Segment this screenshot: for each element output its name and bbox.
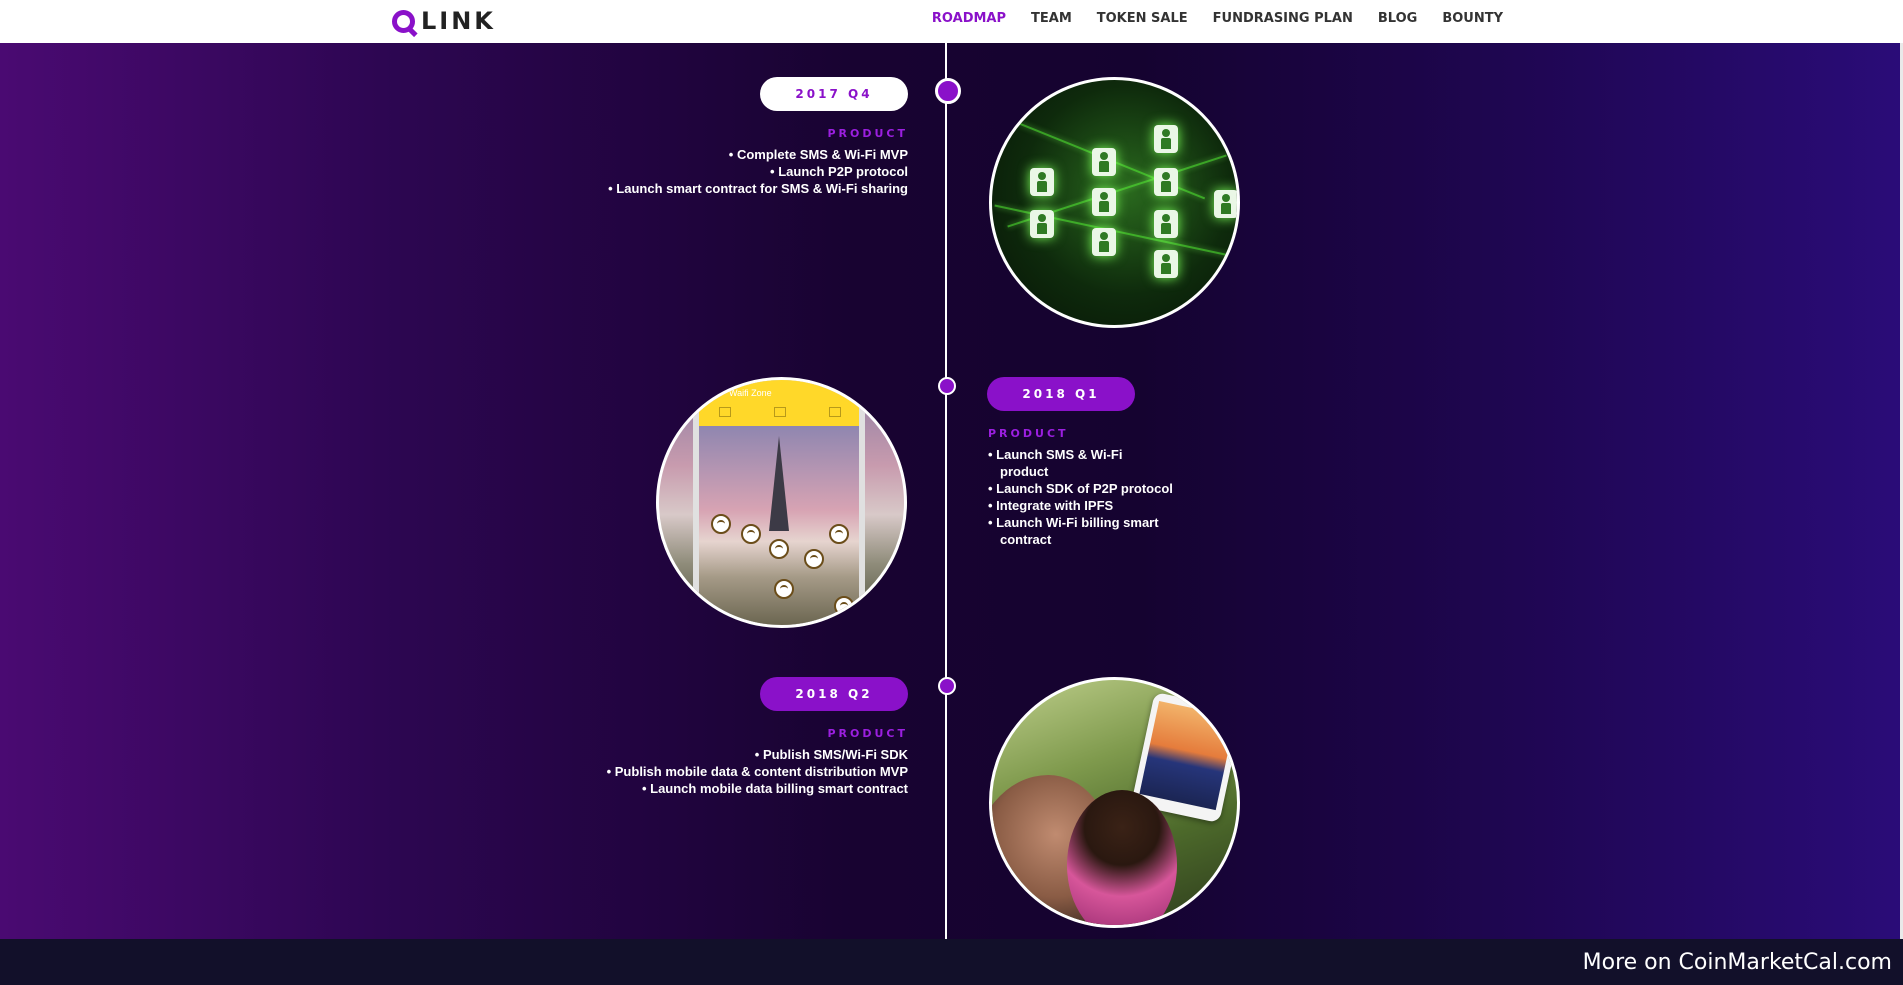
wifi-icon [834, 596, 854, 616]
list-item: Launch smart contract for SMS & Wi-Fi sh… [588, 180, 908, 197]
logo-text: LINK [421, 7, 496, 35]
section-label-product: PRODUCT [988, 427, 1069, 440]
node-icon [1154, 210, 1178, 238]
q-logo-icon [392, 9, 415, 33]
map-tab-icon [774, 407, 786, 417]
nav-roadmap[interactable]: ROADMAP [932, 11, 1006, 26]
node-icon [1154, 168, 1178, 196]
wifi-icon [804, 549, 824, 569]
node-icon [1154, 125, 1178, 153]
timeline-dot-2017-q4 [935, 78, 961, 104]
period-badge-2018-q2: 2018 Q2 [760, 677, 908, 711]
list-item: Publish SMS/Wi-Fi SDK [588, 746, 908, 763]
wifi-app-image: Waifi Zone [656, 377, 907, 628]
nav-fundrasing-plan[interactable]: FUNDRASING PLAN [1213, 11, 1353, 26]
coinmarketcal-footer: More on CoinMarketCal.com [0, 939, 1903, 985]
list-item: Launch mobile data billing smart contrac… [588, 780, 908, 797]
milestone-list-2018-q2: Publish SMS/Wi-Fi SDK Publish mobile dat… [588, 746, 908, 797]
milestone-list-2017-q4: Complete SMS & Wi-Fi MVP Launch P2P prot… [588, 146, 908, 197]
wifi-icon [774, 579, 794, 599]
wifi-icon [741, 524, 761, 544]
nav-menu: ROADMAP TEAM TOKEN SALE FUNDRASING PLAN … [907, 0, 1503, 36]
user-tab-icon [829, 407, 841, 417]
list-item: Launch SMS & Wi-Fi product [988, 446, 1173, 480]
node-icon [1092, 228, 1116, 256]
node-icon [1030, 168, 1054, 196]
eiffel-tower [769, 436, 789, 531]
list-item: Complete SMS & Wi-Fi MVP [588, 146, 908, 163]
timeline-line [945, 43, 947, 939]
node-icon [1214, 190, 1237, 218]
list-item: Launch SDK of P2P protocol [988, 480, 1173, 497]
top-navbar: LINK ROADMAP TEAM TOKEN SALE FUNDRASING … [0, 0, 1903, 43]
roadmap-section [0, 43, 1900, 939]
network-image [989, 77, 1240, 328]
node-icon [1154, 250, 1178, 278]
node-icon [1030, 210, 1054, 238]
nav-bounty[interactable]: BOUNTY [1442, 11, 1503, 26]
phone-app-title: Waifi Zone [729, 388, 772, 398]
milestone-list-2018-q1: Launch SMS & Wi-Fi product Launch SDK of… [988, 446, 1173, 548]
section-label-product: PRODUCT [827, 127, 908, 140]
nav-blog[interactable]: BLOG [1378, 11, 1417, 26]
child-figure [1067, 790, 1177, 925]
wifi-icon [711, 514, 731, 534]
wifi-icon [769, 539, 789, 559]
footer-link[interactable]: More on CoinMarketCal.com [1583, 950, 1892, 975]
list-tab-icon [719, 407, 731, 417]
list-item: Launch Wi-Fi billing smart contract [988, 514, 1173, 548]
list-item: Launch P2P protocol [588, 163, 908, 180]
period-badge-2018-q1: 2018 Q1 [987, 377, 1135, 411]
timeline-dot-2018-q2 [938, 677, 956, 695]
timeline-dot-2018-q1 [938, 377, 956, 395]
list-item: Integrate with IPFS [988, 497, 1173, 514]
nav-token-sale[interactable]: TOKEN SALE [1097, 11, 1188, 26]
node-icon [1092, 148, 1116, 176]
section-label-product: PRODUCT [827, 727, 908, 740]
list-item: Publish mobile data & content distributi… [588, 763, 908, 780]
phone-mockup: Waifi Zone [699, 380, 859, 625]
qlink-logo[interactable]: LINK [392, 7, 496, 35]
node-icon [1092, 188, 1116, 216]
wifi-icon [829, 524, 849, 544]
family-tablet-image [989, 677, 1240, 928]
period-badge-2017-q4: 2017 Q4 [760, 77, 908, 111]
nav-team[interactable]: TEAM [1031, 11, 1072, 26]
